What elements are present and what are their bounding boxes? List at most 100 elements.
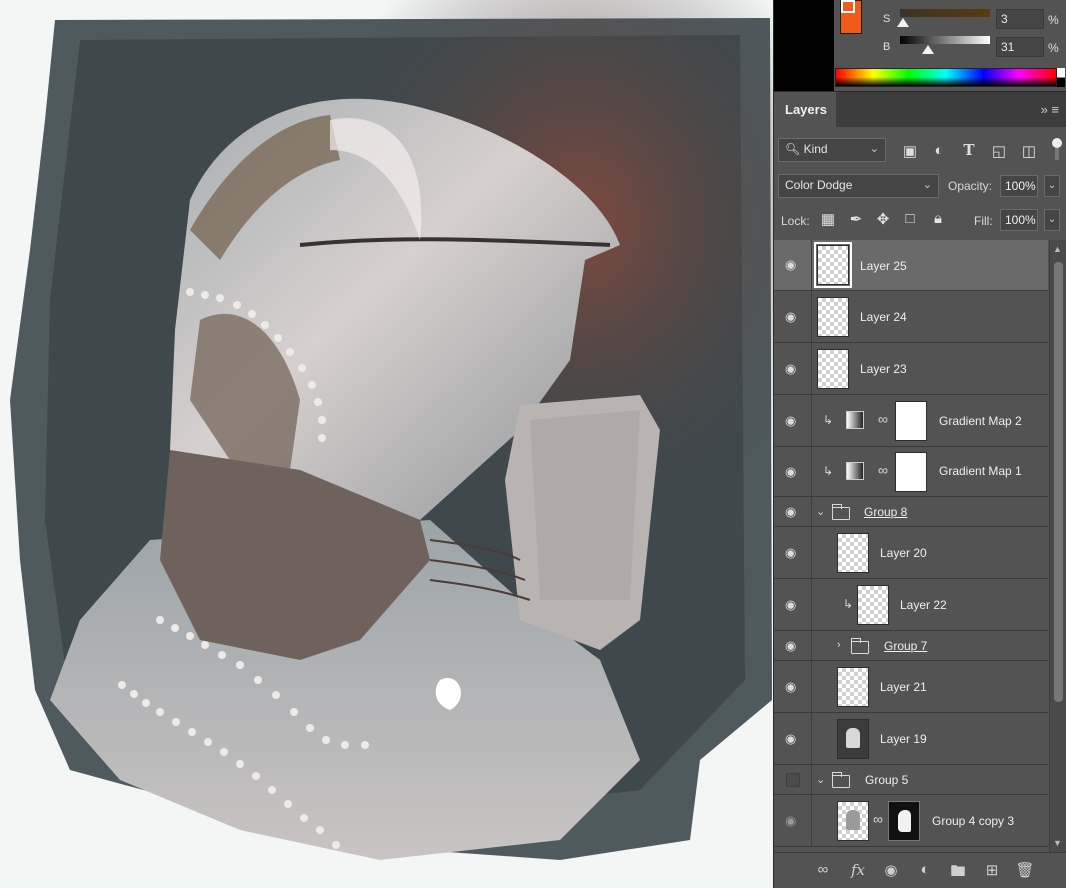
group-name[interactable]: Group 8 [864, 505, 907, 519]
smart-object-filter-icon[interactable]: ◫ [1019, 142, 1039, 160]
eye-icon[interactable]: ◉ [785, 597, 796, 613]
filter-kind-dropdown[interactable]: 🔍︎ Kind ⌄ [778, 138, 886, 162]
group-name[interactable]: Group 5 [865, 773, 908, 787]
eye-icon[interactable]: ◉ [785, 545, 796, 561]
layer-row-layer-21[interactable]: ◉ Layer 21 [774, 661, 1048, 713]
eye-icon[interactable]: ◉ [785, 413, 796, 429]
visibility-cell[interactable]: ◉ [774, 661, 812, 712]
lock-transparent-icon[interactable]: ▦ [819, 210, 837, 228]
fill-field[interactable]: 100% [1000, 209, 1038, 231]
group-name[interactable]: Group 7 [884, 639, 927, 653]
visibility-cell[interactable]: ◉ [774, 795, 812, 846]
eye-icon[interactable]: ◉ [785, 257, 796, 273]
layer-name[interactable]: Layer 24 [860, 310, 907, 324]
new-adjustment-icon[interactable]: ◐ [914, 861, 936, 878]
brightness-slider-thumb[interactable] [921, 45, 934, 54]
add-mask-icon[interactable]: ◉ [880, 861, 902, 879]
layer-row-layer-23[interactable]: ◉ Layer 23 [774, 343, 1048, 395]
adjustment-mask-thumbnail[interactable] [895, 401, 927, 441]
layers-list[interactable]: ◉ Layer 25 ◉ Layer 24 ◉ Layer 23 ◉ ↳ ∞ G… [774, 240, 1048, 852]
eye-icon[interactable]: ◉ [785, 464, 796, 480]
layer-row-gradient-map-1[interactable]: ◉ ↳ ∞ Gradient Map 1 [774, 447, 1048, 497]
shape-filter-icon[interactable]: ◱ [989, 142, 1009, 160]
foreground-color-swatch[interactable] [841, 0, 855, 13]
layer-name[interactable]: Layer 22 [900, 598, 947, 612]
lock-paint-icon[interactable]: ✒ [847, 210, 865, 228]
chevron-down-icon[interactable]: ⌄ [816, 773, 825, 786]
visibility-cell[interactable]: ◉ [774, 579, 812, 630]
visibility-cell[interactable]: ◉ [774, 527, 812, 578]
eye-icon[interactable]: ◉ [785, 813, 796, 829]
saturation-slider[interactable] [900, 9, 990, 17]
visibility-cell[interactable]: ◉ [774, 343, 812, 394]
opacity-field[interactable]: 100% [1000, 175, 1038, 197]
layer-row-layer-19[interactable]: ◉ Layer 19 [774, 713, 1048, 765]
layer-row-group-4-copy-3[interactable]: ◉ ∞ Group 4 copy 3 [774, 795, 1048, 847]
visibility-cell[interactable]: ◉ [774, 631, 812, 660]
layer-name[interactable]: Layer 20 [880, 546, 927, 560]
layer-name[interactable]: Gradient Map 1 [939, 464, 1022, 478]
document-canvas[interactable] [0, 0, 773, 888]
visibility-cell[interactable] [774, 765, 812, 794]
fill-slider-toggle[interactable]: ⌄ [1044, 209, 1060, 231]
eye-icon[interactable]: ◉ [785, 504, 796, 520]
lock-artboard-icon[interactable]: □ [901, 210, 919, 227]
scrollbar-thumb[interactable] [1054, 262, 1063, 702]
layers-scrollbar[interactable]: ▲ ▼ [1049, 240, 1066, 852]
brightness-slider[interactable] [900, 36, 990, 44]
layer-row-gradient-map-2[interactable]: ◉ ↳ ∞ Gradient Map 2 [774, 395, 1048, 447]
layer-row-group-5[interactable]: ⌄ Group 5 [774, 765, 1048, 795]
link-icon[interactable]: ∞ [873, 811, 883, 827]
eye-icon[interactable]: ◉ [785, 638, 796, 654]
saturation-value-field[interactable]: 3 [996, 9, 1044, 29]
visibility-cell[interactable]: ◉ [774, 713, 812, 764]
visibility-cell[interactable]: ◉ [774, 240, 812, 290]
visibility-cell[interactable]: ◉ [774, 291, 812, 342]
hidden-visibility-box[interactable] [786, 773, 800, 787]
new-layer-icon[interactable]: ⊞ [981, 861, 1003, 879]
layer-row-layer-24[interactable]: ◉ Layer 24 [774, 291, 1048, 343]
eye-icon[interactable]: ◉ [785, 361, 796, 377]
adjustment-mask-thumbnail[interactable] [895, 452, 927, 492]
layer-row-layer-25[interactable]: ◉ Layer 25 [774, 240, 1048, 291]
filter-toggle-icon[interactable] [1052, 138, 1062, 148]
visibility-cell[interactable]: ◉ [774, 447, 812, 496]
layer-row-group-8[interactable]: ◉ ⌄ Group 8 [774, 497, 1048, 527]
layer-row-layer-20[interactable]: ◉ Layer 20 [774, 527, 1048, 579]
layer-name[interactable]: Group 4 copy 3 [932, 814, 1014, 828]
color-spectrum-bar[interactable] [835, 68, 1057, 87]
link-icon[interactable]: ∞ [878, 462, 888, 478]
adjustment-filter-icon[interactable]: ◐ [929, 142, 949, 159]
blend-mode-dropdown[interactable]: Color Dodge ⌄ [778, 174, 939, 198]
image-filter-icon[interactable]: ▣ [900, 142, 920, 160]
panel-menu-icon[interactable]: » ≡ [1041, 102, 1059, 117]
chevron-down-icon[interactable]: ⌄ [816, 505, 825, 518]
chevron-right-icon[interactable]: › [837, 639, 841, 651]
tab-layers[interactable]: Layers [774, 92, 836, 128]
layer-name[interactable]: Layer 19 [880, 732, 927, 746]
visibility-cell[interactable]: ◉ [774, 395, 812, 446]
layer-mask-thumbnail[interactable] [888, 801, 920, 841]
layer-name[interactable]: Layer 21 [880, 680, 927, 694]
layer-name[interactable]: Layer 25 [860, 259, 907, 273]
gradient-map-adjustment-icon[interactable] [846, 462, 864, 480]
eye-icon[interactable]: ◉ [785, 679, 796, 695]
layer-row-group-7[interactable]: ◉ › Group 7 [774, 631, 1048, 661]
black-white-swatch[interactable] [1057, 68, 1065, 87]
layer-row-layer-22[interactable]: ◉ ↳ Layer 22 [774, 579, 1048, 631]
delete-layer-icon[interactable]: 🗑︎ [1014, 861, 1036, 879]
lock-all-icon[interactable]: 🔒︎ [929, 210, 947, 227]
saturation-slider-thumb[interactable] [896, 18, 909, 27]
layer-name[interactable]: Gradient Map 2 [939, 414, 1022, 428]
layer-name[interactable]: Layer 23 [860, 362, 907, 376]
link-icon[interactable]: ∞ [878, 411, 888, 427]
scroll-up-arrow-icon[interactable]: ▲ [1053, 244, 1062, 254]
eye-icon[interactable]: ◉ [785, 731, 796, 747]
new-group-icon[interactable]: 🖿︎ [947, 861, 969, 886]
brightness-value-field[interactable]: 31 [996, 37, 1044, 57]
fx-icon[interactable]: fx [847, 861, 869, 879]
visibility-cell[interactable]: ◉ [774, 497, 812, 526]
link-layers-icon[interactable]: ∞ [812, 861, 834, 878]
eye-icon[interactable]: ◉ [785, 309, 796, 325]
gradient-map-adjustment-icon[interactable] [846, 411, 864, 429]
